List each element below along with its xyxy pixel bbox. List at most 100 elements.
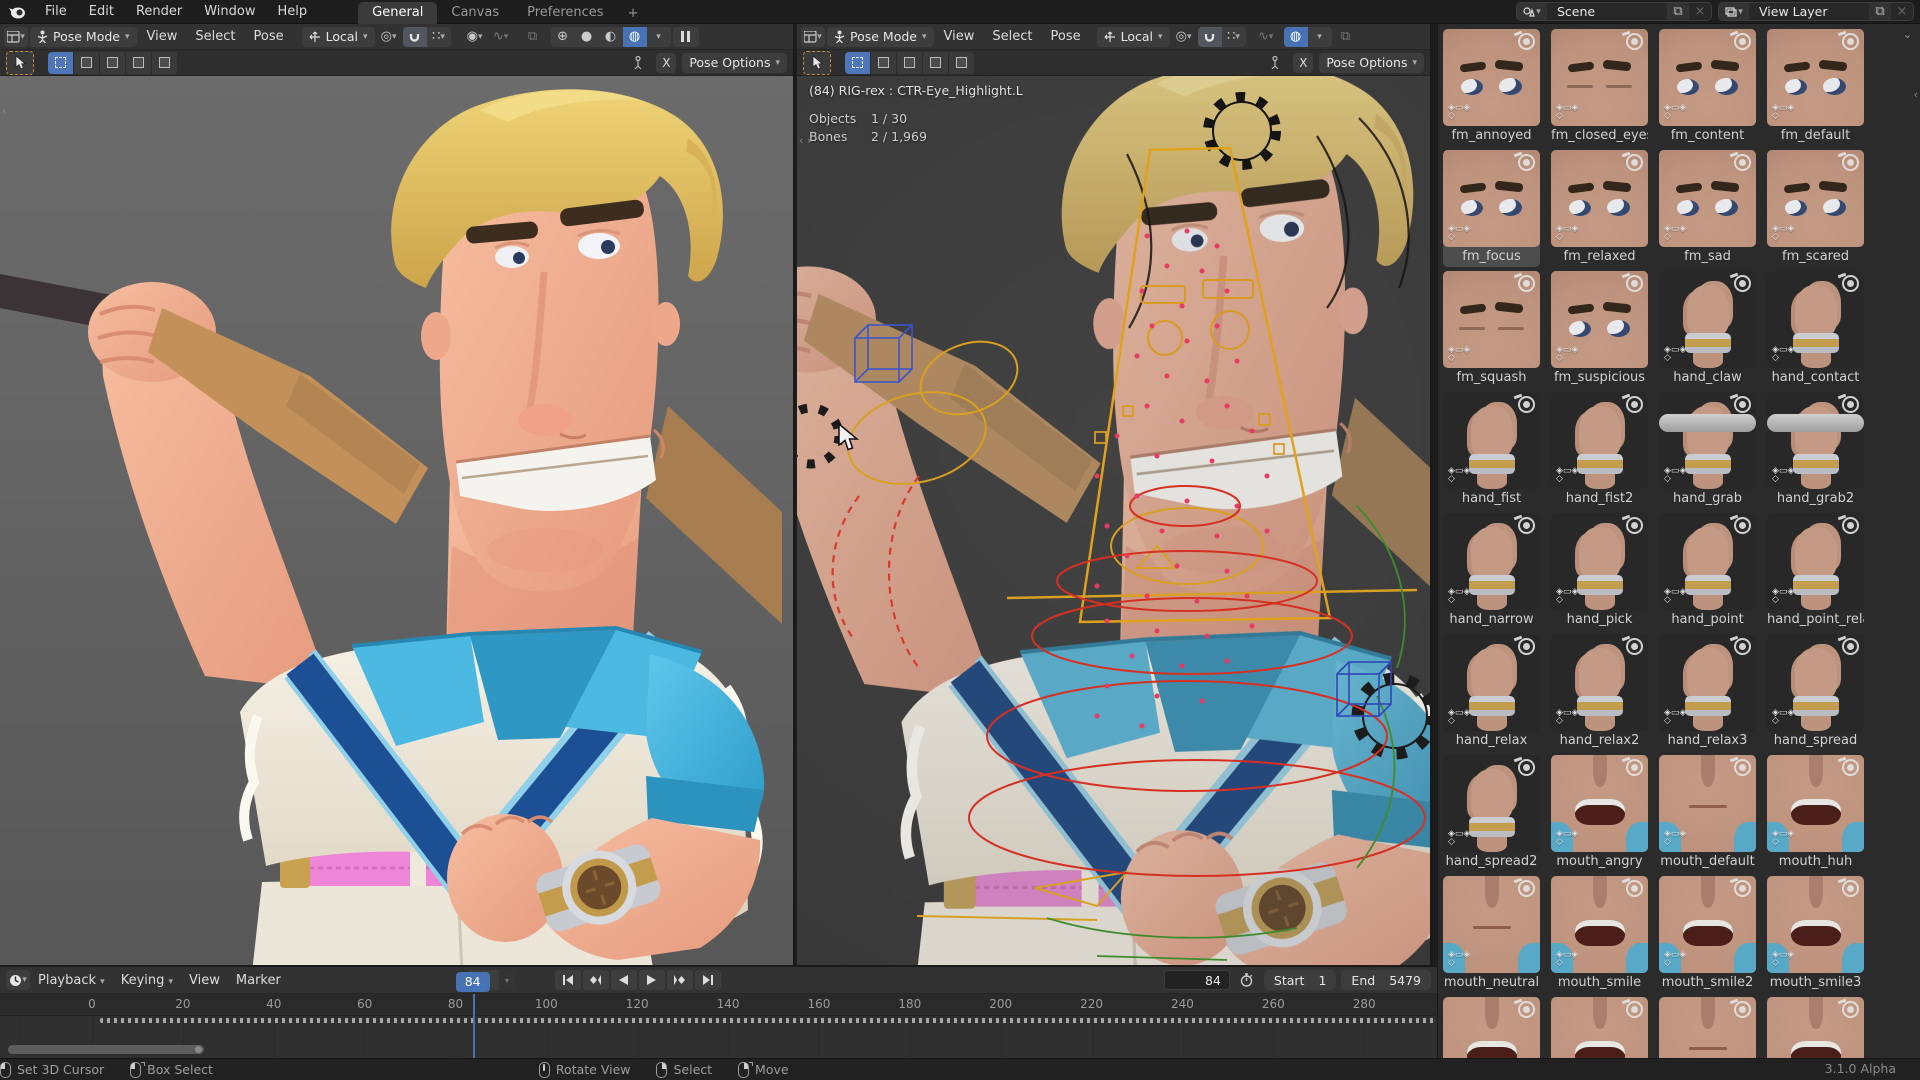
pause-render-button[interactable]	[673, 27, 699, 47]
pose-thumbnail[interactable]: ◈▭◈◇	[1551, 29, 1648, 126]
pose-asset[interactable]: ◈▭◈◇ hand_spread	[1767, 634, 1864, 751]
pose-thumbnail[interactable]: ◈▭◈◇	[1767, 876, 1864, 973]
pose-asset[interactable]: ◈▭◈◇ hand_contact	[1767, 271, 1864, 388]
snap-magnet-icon[interactable]	[1198, 27, 1222, 47]
shading-dropdown-icon[interactable]: ▾	[647, 27, 671, 47]
pose-thumbnail[interactable]: ◈▭◈◇	[1767, 755, 1864, 852]
view-menu[interactable]: View	[936, 29, 983, 44]
xray-toggle-icon[interactable]: ⧉	[1334, 27, 1358, 47]
select-extend-button[interactable]	[871, 52, 897, 74]
pose-view[interactable]: (84) RIG-rex : CTR-Eye_Highlight.L Objec…	[797, 76, 1430, 965]
pose-asset[interactable]: ◈▭◈◇ fm_scared	[1767, 150, 1864, 267]
play-button[interactable]	[639, 970, 665, 990]
proportional-editing-icon[interactable]: ◉▾	[463, 27, 487, 47]
pose-thumbnail[interactable]: ◈▭◈◇	[1659, 876, 1756, 973]
pose-thumbnail[interactable]: ◈▭◈◇	[1551, 634, 1648, 731]
pose-asset[interactable]: ◈▭◈◇ hand_claw	[1659, 271, 1756, 388]
pose-thumbnail[interactable]: ◈▭◈◇	[1443, 997, 1540, 1058]
panel-edge-chevron[interactable]: ‹	[1914, 88, 1918, 101]
pose-asset[interactable]: ◈▭◈◇ mouth_smile2	[1659, 876, 1756, 993]
region-toggle-chevron[interactable]: ‹ ›	[799, 134, 811, 147]
select-intersect-button[interactable]	[949, 52, 975, 74]
pose-thumbnail[interactable]: ◈▭◈◇	[1551, 150, 1648, 247]
pose-asset[interactable]: ◈▭◈◇ hand_grab2	[1767, 392, 1864, 509]
pose-menu[interactable]: Pose	[245, 29, 291, 44]
playback-menu[interactable]: Playback ▾	[30, 973, 113, 988]
pose-thumbnail[interactable]: ◈▭◈◇	[1659, 634, 1756, 731]
pose-asset[interactable]: ◈▭◈◇	[1659, 997, 1756, 1058]
pose-thumbnail[interactable]: ◈▭◈◇	[1551, 392, 1648, 489]
select-intersect-button[interactable]	[152, 52, 178, 74]
pose-thumbnail[interactable]: ◈▭◈◇	[1443, 271, 1540, 368]
pose-asset[interactable]: ◈▭◈◇	[1767, 997, 1864, 1058]
pose-thumbnail[interactable]: ◈▭◈◇	[1659, 392, 1756, 489]
menu-help[interactable]: Help	[267, 0, 319, 24]
pose-thumbnail[interactable]: ◈▭◈◇	[1767, 271, 1864, 368]
timeline-marker-menu[interactable]: Marker	[228, 973, 289, 988]
scene-selector[interactable]: ▾ Scene ⧉ ×	[1516, 2, 1712, 21]
pose-asset[interactable]: ◈▭◈◇ hand_fist2	[1551, 392, 1648, 509]
scene-name[interactable]: Scene	[1547, 4, 1667, 19]
tab-canvas[interactable]: Canvas	[437, 2, 513, 24]
pose-asset[interactable]: ◈▭◈◇ mouth_default	[1659, 755, 1756, 872]
pose-asset[interactable]: ◈▭◈◇ fm_focus	[1443, 150, 1540, 267]
pose-asset[interactable]: ◈▭◈◇ fm_closed_eyes	[1551, 29, 1648, 146]
pose-asset[interactable]: ◈▭◈◇ hand_relax2	[1551, 634, 1648, 751]
select-menu[interactable]: Select	[187, 29, 243, 44]
editor-type-icon[interactable]: ▾	[801, 27, 825, 47]
playhead[interactable]: 84	[473, 994, 475, 1058]
tweak-tool-button[interactable]	[803, 51, 831, 75]
timeline-view-menu[interactable]: View	[181, 973, 228, 988]
select-set-button[interactable]	[845, 52, 871, 74]
pose-asset[interactable]: ◈▭◈◇ mouth_smile	[1551, 876, 1648, 993]
scene-copy-icon[interactable]: ⧉	[1667, 3, 1689, 20]
shading-wireframe-icon[interactable]: ⊕	[551, 27, 575, 47]
auto-key-dropdown-icon[interactable]: ▾	[499, 970, 515, 990]
pose-asset[interactable]: ◈▭◈◇ fm_suspicious	[1551, 271, 1648, 388]
jump-to-prev-keyframe-button[interactable]	[583, 970, 609, 990]
pose-asset[interactable]: ◈▭◈◇ hand_point	[1659, 513, 1756, 630]
snap-settings-icon[interactable]: ∷▾	[1222, 27, 1246, 47]
select-subtract-button[interactable]	[897, 52, 923, 74]
pose-asset[interactable]: ◈▭◈◇ hand_pick	[1551, 513, 1648, 630]
pose-thumbnail[interactable]: ◈▭◈◇	[1551, 513, 1648, 610]
clear-filter-button[interactable]: X	[656, 53, 676, 73]
jump-to-end-button[interactable]	[695, 970, 721, 990]
pose-asset[interactable]: ◈▭◈◇	[1551, 997, 1648, 1058]
pose-asset[interactable]: ◈▭◈◇ fm_sad	[1659, 150, 1756, 267]
clear-filter-button[interactable]: X	[1293, 53, 1313, 73]
pose-thumbnail[interactable]: ◈▭◈◇	[1767, 29, 1864, 126]
pose-thumbnail[interactable]: ◈▭◈◇	[1659, 513, 1756, 610]
keying-menu[interactable]: Keying ▾	[113, 973, 181, 988]
pose-options-dropdown[interactable]: Pose Options▾	[1319, 53, 1424, 73]
tab-preferences[interactable]: Preferences	[513, 2, 617, 24]
panel-collapse-chevron[interactable]: ⌄	[1903, 28, 1912, 41]
shading-dropdown-icon[interactable]: ▾	[1308, 27, 1332, 47]
pose-asset[interactable]: ◈▭◈◇ hand_grab	[1659, 392, 1756, 509]
shading-solid-icon[interactable]: ●	[575, 27, 599, 47]
pose-thumbnail[interactable]: ◈▭◈◇	[1767, 997, 1864, 1058]
shading-rendered-icon[interactable]: ◍	[1284, 27, 1308, 47]
transform-orientation-dropdown[interactable]: Local▾	[1097, 27, 1170, 47]
pose-thumbnail[interactable]: ◈▭◈◇	[1767, 634, 1864, 731]
view-layer-copy-icon[interactable]: ⧉	[1869, 3, 1891, 20]
mode-dropdown[interactable]: Pose Mode▾	[827, 27, 934, 47]
pose-asset[interactable]: ◈▭◈◇ hand_fist	[1443, 392, 1540, 509]
xray-toggle-icon[interactable]: ⧉	[521, 27, 545, 47]
pose-thumbnail[interactable]: ◈▭◈◇	[1551, 876, 1648, 973]
jump-to-start-button[interactable]	[555, 970, 581, 990]
pose-thumbnail[interactable]: ◈▭◈◇	[1659, 271, 1756, 368]
pose-thumbnail[interactable]: ◈▭◈◇	[1443, 513, 1540, 610]
pose-asset[interactable]: ◈▭◈◇ mouth_neutral	[1443, 876, 1540, 993]
pose-thumbnail[interactable]: ◈▭◈◇	[1767, 513, 1864, 610]
pose-asset[interactable]: ◈▭◈◇ hand_relax	[1443, 634, 1540, 751]
pose-thumbnail[interactable]: ◈▭◈◇	[1767, 150, 1864, 247]
pose-thumbnail[interactable]: ◈▭◈◇	[1767, 392, 1864, 489]
pose-options-dropdown[interactable]: Pose Options▾	[682, 53, 787, 73]
armature-overlay-icon[interactable]	[626, 53, 650, 73]
pivot-point-icon[interactable]: ◎▾	[377, 27, 401, 47]
region-toggle-chevron[interactable]: ‹	[2, 104, 6, 117]
pose-asset[interactable]: ◈▭◈◇ mouth_huh	[1767, 755, 1864, 872]
pose-thumbnail[interactable]: ◈▭◈◇	[1443, 634, 1540, 731]
jump-to-next-keyframe-button[interactable]	[667, 970, 693, 990]
